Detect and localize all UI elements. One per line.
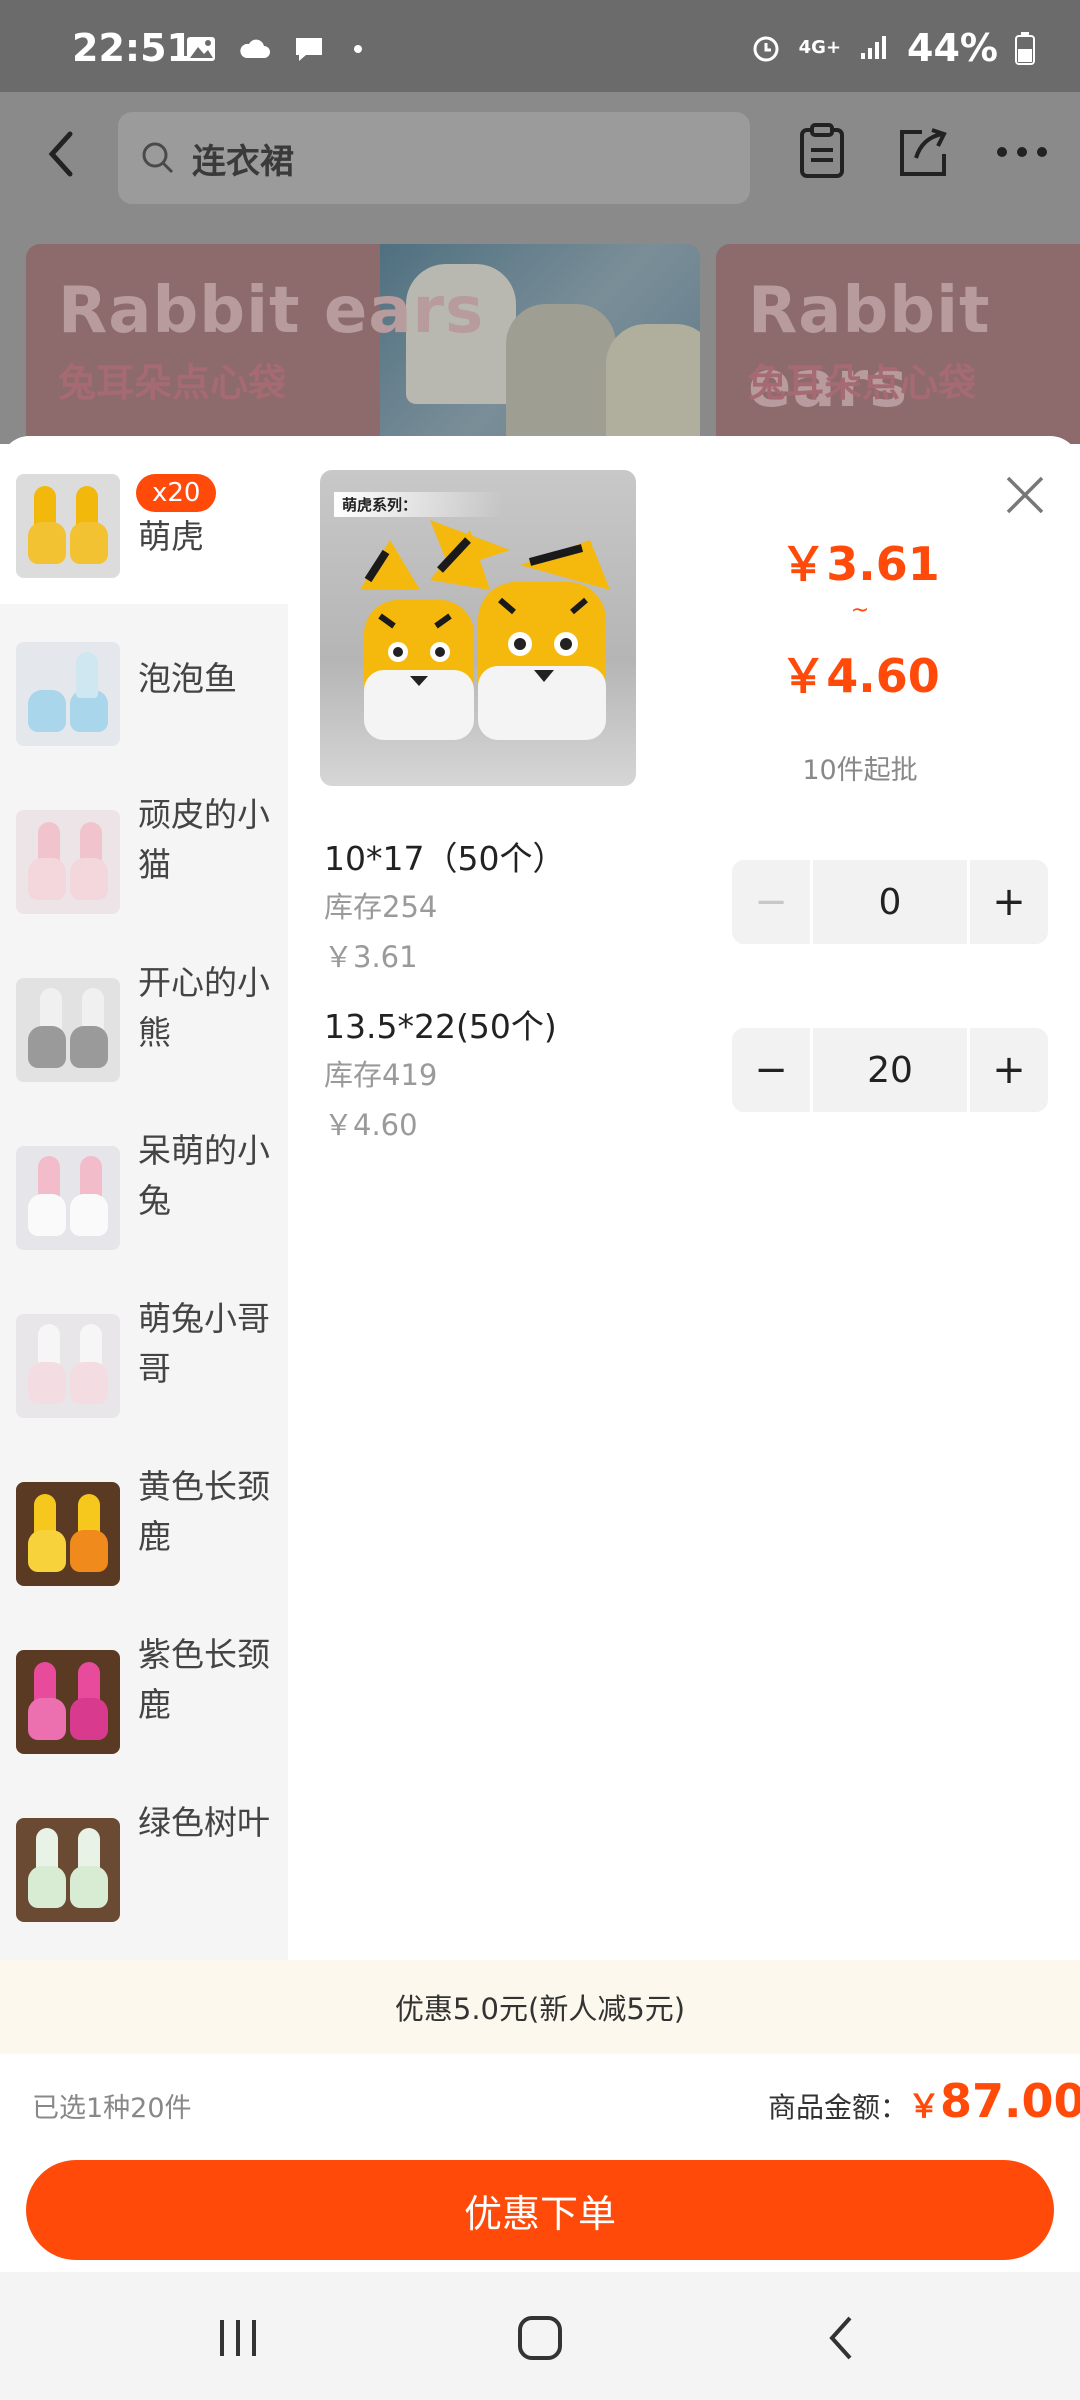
sidebar-item-label: 紫色长颈鹿: [138, 1635, 270, 1724]
sku-stock: 库存419: [324, 1058, 438, 1092]
amount-label: 商品金额：: [768, 2091, 909, 2124]
bunny-boy-thumbnail: [16, 1314, 120, 1418]
status-bar: 22:51 4G+ 44%: [0, 0, 1080, 92]
back-arrow-icon[interactable]: [30, 122, 94, 186]
banner-title-cn: 兔耳朵点心袋: [748, 361, 977, 405]
fish-thumbnail: [16, 642, 120, 746]
banner-card[interactable]: Rabbit ears 兔耳朵点心袋: [26, 244, 700, 444]
quantity-stepper: − 0 +: [732, 860, 1048, 944]
sidebar-item-purple-giraffe[interactable]: 紫色长颈鹿: [0, 1612, 288, 1780]
signal-icon: [861, 36, 887, 59]
system-nav-bar: [0, 2272, 1080, 2400]
discount-banner: 优惠5.0元(新人减5元): [0, 1960, 1080, 2054]
gallery-icon: [187, 37, 215, 61]
total-amount: ￥87.00: [908, 2074, 1080, 2128]
order-summary: 已选1种20件 商品金额： ￥87.00: [0, 2054, 1080, 2150]
increment-button[interactable]: +: [970, 860, 1048, 944]
search-input[interactable]: 连衣裙: [118, 112, 750, 204]
home-icon[interactable]: [510, 2310, 570, 2366]
battery-icon: [1015, 32, 1035, 65]
recent-apps-icon[interactable]: [208, 2310, 268, 2366]
cat-thumbnail: [16, 810, 120, 914]
sku-selector-sheet: x20 萌虎 泡泡鱼 顽皮的小猫 开心的小熊 呆萌的小兔 萌兔小哥哥 黄色长颈鹿…: [0, 436, 1080, 2272]
sku-title: 13.5*22(50个): [324, 1007, 557, 1046]
cloud-icon: [240, 39, 270, 58]
sku-price: ￥4.60: [324, 1108, 418, 1142]
sidebar-item-label: 萌兔小哥哥: [138, 1299, 270, 1388]
sku-title: 10*17（50个）: [324, 839, 566, 878]
banner-card[interactable]: Rabbit ears 兔耳朵点心袋: [716, 244, 1080, 444]
banner-carousel: Rabbit ears 兔耳朵点心袋 Rabbit ears 兔耳朵点心袋: [0, 244, 1080, 444]
sidebar-item-label: 呆萌的小兔: [138, 1131, 270, 1220]
sidebar-item-bunny-boy[interactable]: 萌兔小哥哥: [0, 1276, 288, 1444]
sidebar-item-bubble-fish[interactable]: 泡泡鱼: [0, 604, 288, 772]
selected-count: 已选1种20件: [32, 2093, 192, 2124]
back-icon[interactable]: [812, 2310, 872, 2366]
increment-button[interactable]: +: [970, 1028, 1048, 1112]
status-time: 22:51: [72, 26, 193, 70]
product-image[interactable]: 萌虎系列：: [320, 470, 636, 786]
sidebar-item-label: 顽皮的小猫: [138, 795, 270, 884]
sku-stock: 库存254: [324, 890, 438, 924]
place-order-button[interactable]: 优惠下单: [26, 2160, 1054, 2260]
style-sidebar: x20 萌虎 泡泡鱼 顽皮的小猫 开心的小熊 呆萌的小兔 萌兔小哥哥 黄色长颈鹿…: [0, 436, 288, 1960]
quantity-input[interactable]: 0: [813, 860, 967, 944]
sidebar-item-green-leaf[interactable]: 绿色树叶: [0, 1780, 288, 1948]
sidebar-item-happy-bear[interactable]: 开心的小熊: [0, 940, 288, 1108]
search-icon: [142, 142, 174, 174]
sidebar-item-label: 绿色树叶: [138, 1803, 270, 1842]
page-header: 连衣裙: [0, 92, 1080, 244]
sidebar-item-cute-tiger[interactable]: x20 萌虎: [0, 436, 288, 604]
clipboard-icon[interactable]: [792, 122, 852, 182]
sidebar-item-label: 泡泡鱼: [138, 659, 237, 698]
status-right: 4G+ 44%: [749, 26, 1036, 70]
share-icon[interactable]: [892, 122, 952, 182]
sidebar-item-label: 萌虎: [138, 517, 204, 556]
banner-title-en: Rabbit ears: [58, 274, 485, 348]
tiger-thumbnail: [16, 474, 120, 578]
green-leaf-thumbnail: [16, 1818, 120, 1922]
amount-value: 87.00: [940, 2074, 1080, 2128]
close-icon[interactable]: [1000, 470, 1050, 520]
notification-icons: [184, 34, 380, 64]
message-icon: [296, 38, 322, 61]
rabbit-thumbnail: [16, 1146, 120, 1250]
yellow-giraffe-thumbnail: [16, 1482, 120, 1586]
battery-percent: 44%: [907, 26, 998, 70]
purple-giraffe-thumbnail: [16, 1650, 120, 1754]
sidebar-item-label: 开心的小熊: [138, 963, 270, 1052]
sku-price: ￥3.61: [324, 940, 418, 974]
minimum-order: 10件起批: [802, 755, 918, 786]
quantity-input[interactable]: 20: [813, 1028, 967, 1112]
quantity-stepper: − 20 +: [732, 1028, 1048, 1112]
alarm-icon: [753, 36, 779, 62]
bear-thumbnail: [16, 978, 120, 1082]
currency-symbol: ￥: [908, 2087, 941, 2125]
tiger-bags-illustration: [360, 520, 610, 740]
sidebar-item-yellow-giraffe[interactable]: 黄色长颈鹿: [0, 1444, 288, 1612]
dot-icon: [354, 45, 362, 53]
sidebar-item-label: 黄色长颈鹿: [138, 1467, 270, 1556]
price-high: ￥4.60: [780, 649, 940, 703]
network-label: 4G+: [798, 37, 842, 58]
search-placeholder: 连衣裙: [192, 141, 294, 182]
more-options-icon[interactable]: [992, 122, 1052, 182]
banner-title-cn: 兔耳朵点心袋: [58, 361, 287, 405]
quantity-badge: x20: [136, 474, 217, 512]
decrement-button[interactable]: −: [732, 1028, 810, 1112]
decrement-button[interactable]: −: [732, 860, 810, 944]
sidebar-item-cute-rabbit[interactable]: 呆萌的小兔: [0, 1108, 288, 1276]
sidebar-item-naughty-cat[interactable]: 顽皮的小猫: [0, 772, 288, 940]
price-low: ￥3.61: [780, 537, 940, 591]
price-range-separator: ~: [850, 598, 870, 623]
